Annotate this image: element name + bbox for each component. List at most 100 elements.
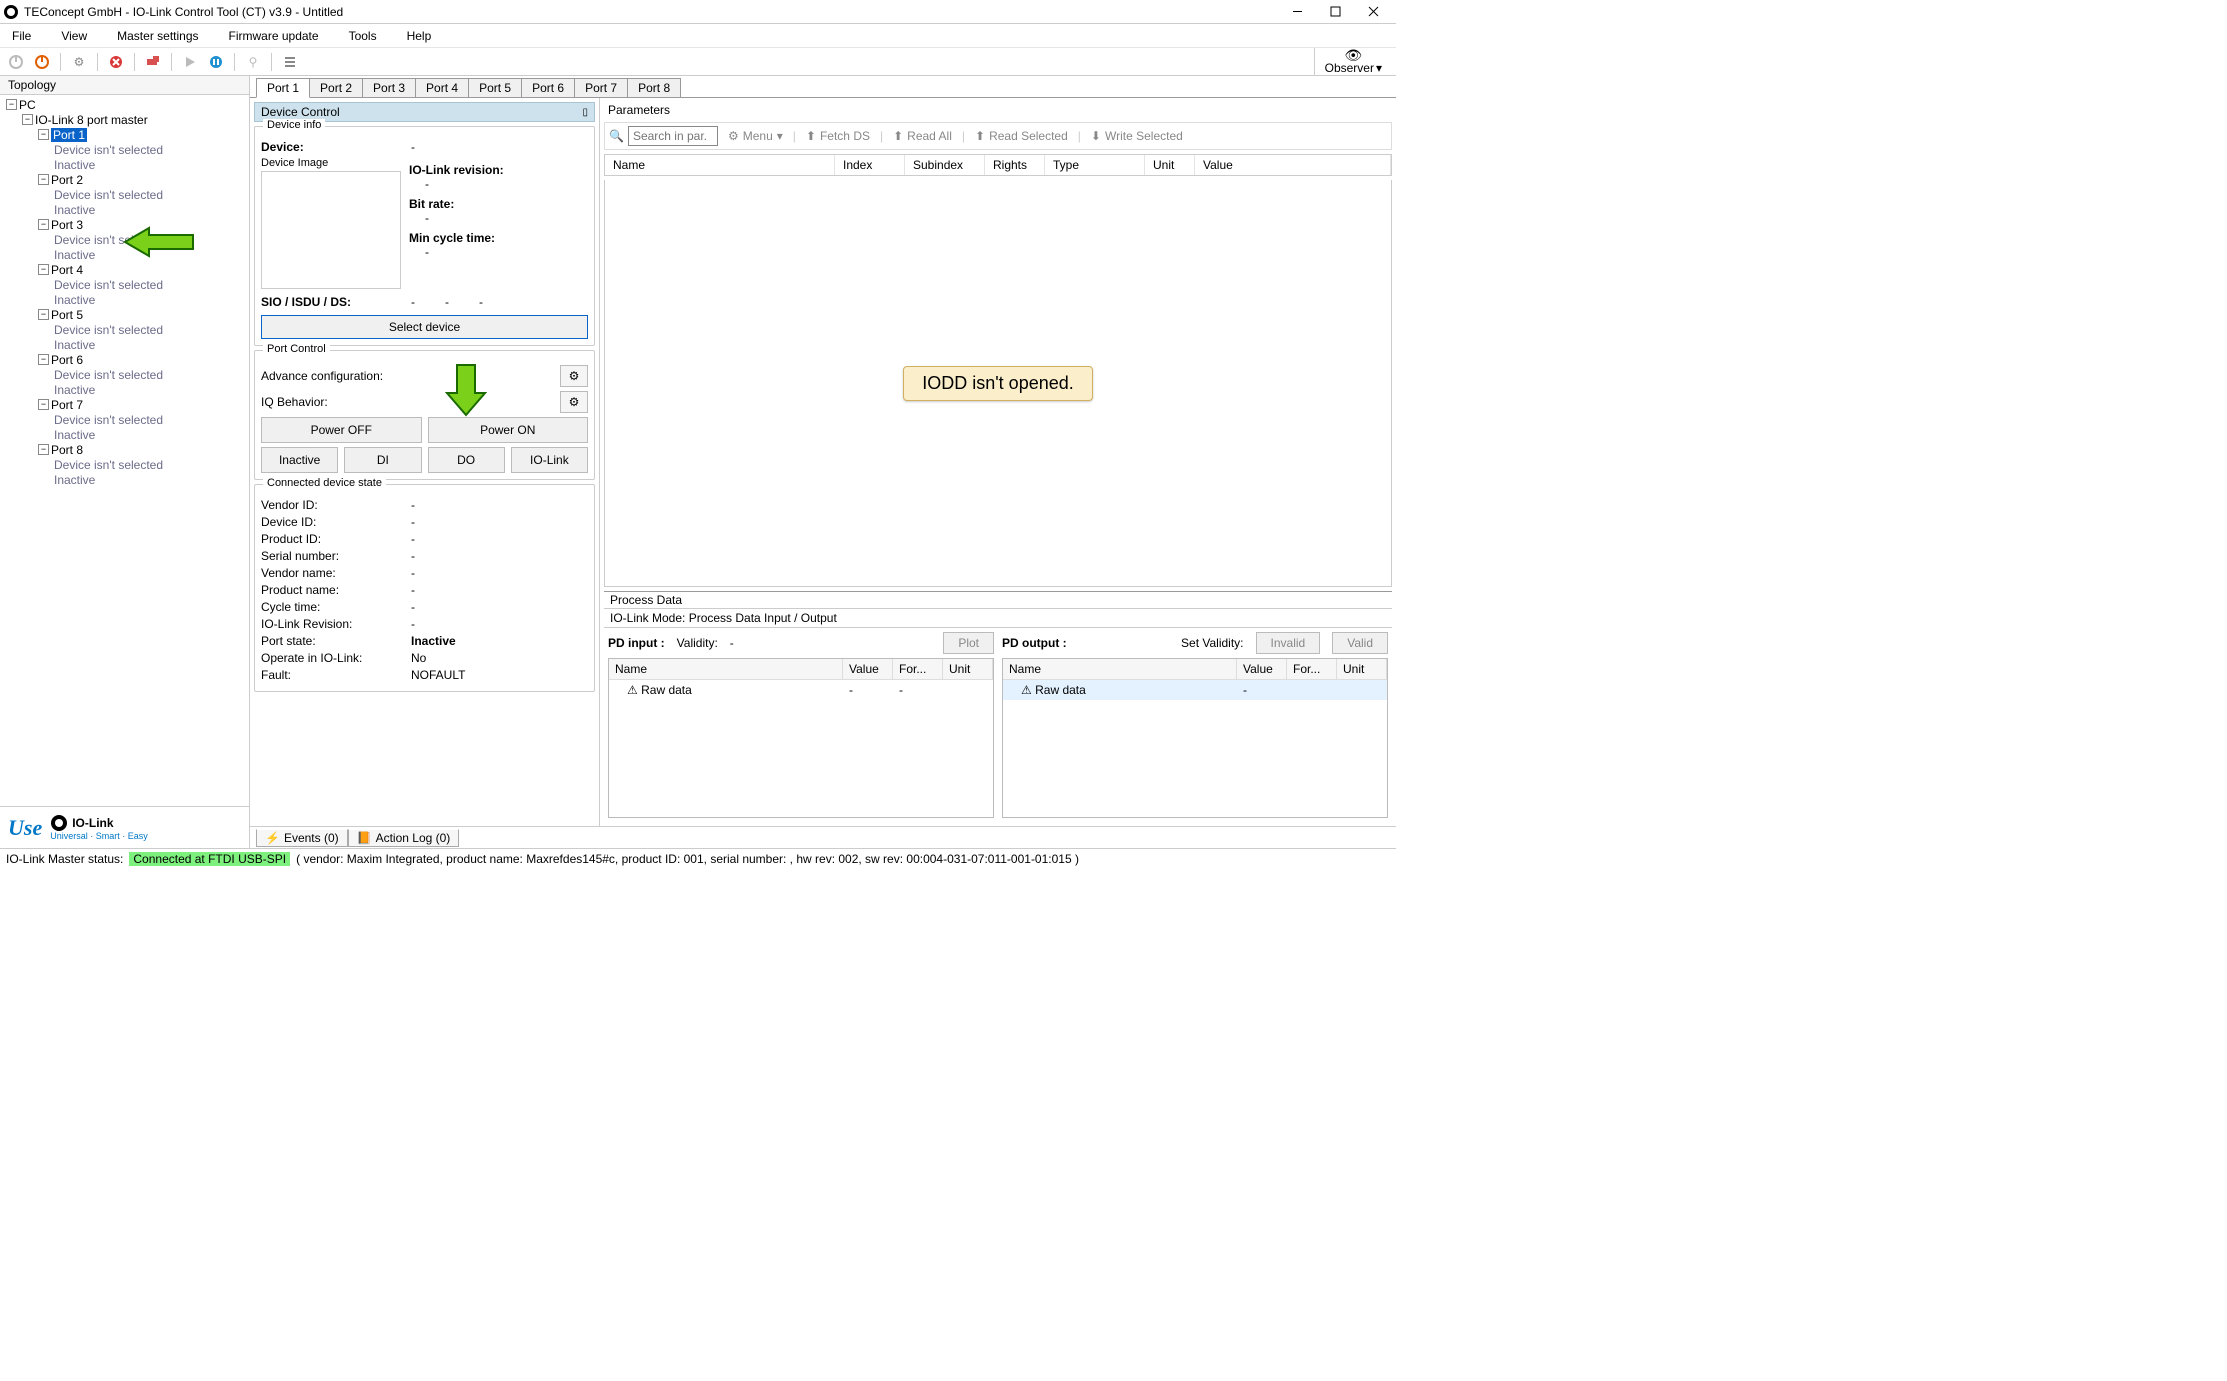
minimize-button[interactable] [1278,1,1316,23]
close-button[interactable] [1354,1,1392,23]
parameters-header: Parameters [604,102,1392,118]
hint-arrow-down-icon [445,363,487,417]
valid-button[interactable]: Valid [1332,632,1388,654]
connected-device-state-group: Connected device state Vendor ID:-Device… [254,484,595,692]
tree-expander[interactable]: − [38,264,49,275]
iolink-icon [50,814,68,832]
inactive-button[interactable]: Inactive [261,447,338,473]
iq-behavior-label: IQ Behavior: [261,395,554,409]
action-log-tab[interactable]: 📙Action Log (0) [348,829,460,847]
tree-master[interactable]: IO-Link 8 port master [35,113,148,127]
status-label: IO-Link Master status: [6,852,123,866]
iolink-button[interactable]: IO-Link [511,447,588,473]
tree-port-sub: Inactive [54,293,95,307]
power-off-button[interactable]: Power OFF [261,417,422,443]
tree-expander[interactable]: − [38,129,49,140]
tree-expander[interactable]: − [38,174,49,185]
parameters-table-body: IODD isn't opened. [604,180,1392,587]
write-selected-button[interactable]: ⬇Write Selected [1091,129,1183,143]
tree-expander[interactable]: − [38,399,49,410]
port-tab[interactable]: Port 3 [362,78,416,97]
parameters-toolbar: 🔍 ⚙Menu ▾ | ⬆Fetch DS | ⬆Read All | ⬆Rea… [604,122,1392,150]
tree-expander[interactable]: − [6,99,17,110]
pin-icon[interactable]: ▯ [582,107,588,118]
pd-input-raw-row[interactable]: ⚠ Raw data - - [609,680,993,700]
iq-behavior-button[interactable]: ⚙ [560,391,588,413]
tree-port-sub: Device isn't selected [54,368,163,382]
topology-tree[interactable]: − PC− IO-Link 8 port master− Port 1Devic… [0,95,249,806]
toolbar-power-icon[interactable] [4,51,28,73]
observer-mode[interactable]: 👁 Observer▾ [1314,48,1392,75]
tree-port[interactable]: Port 8 [51,443,83,457]
topology-header: Topology [0,76,249,95]
tree-port[interactable]: Port 5 [51,308,83,322]
toolbar-link-icon[interactable]: ⚲ [241,51,265,73]
port-control-group: Port Control Advance configuration:⚙ IQ … [254,350,595,480]
power-on-button[interactable]: Power ON [428,417,589,443]
tree-port[interactable]: Port 3 [51,218,83,232]
tree-expander[interactable]: − [38,354,49,365]
parameters-search-input[interactable] [628,126,718,146]
di-button[interactable]: DI [344,447,421,473]
bottom-tabs: ⚡Events (0) 📙Action Log (0) [250,826,1396,848]
port-tab[interactable]: Port 8 [627,78,681,97]
tree-expander[interactable]: − [38,219,49,230]
toolbar-gear-icon[interactable]: ⚙ [67,51,91,73]
read-all-button[interactable]: ⬆Read All [893,129,952,143]
tree-port[interactable]: Port 4 [51,263,83,277]
toolbar-list-icon[interactable] [278,51,302,73]
tree-port[interactable]: Port 2 [51,173,83,187]
toolbar-stop-icon[interactable] [30,51,54,73]
port-tab[interactable]: Port 6 [521,78,575,97]
events-tab[interactable]: ⚡Events (0) [256,829,348,847]
tree-port[interactable]: Port 7 [51,398,83,412]
advance-config-label: Advance configuration: [261,369,554,383]
select-device-button[interactable]: Select device [261,315,588,339]
invalid-button[interactable]: Invalid [1256,632,1321,654]
port-tab[interactable]: Port 5 [468,78,522,97]
tree-port-sub: Inactive [54,428,95,442]
tree-port[interactable]: Port 1 [51,128,87,142]
tree-port-sub: Device isn't selected [54,413,163,427]
plot-button[interactable]: Plot [943,632,994,654]
device-value: - [411,140,415,154]
use-logo: Use [8,815,42,841]
parameters-menu-button[interactable]: ⚙Menu ▾ [728,129,783,143]
menu-help[interactable]: Help [401,27,438,45]
status-bar: IO-Link Master status: Connected at FTDI… [0,848,1396,868]
toolbar-cancel-icon[interactable] [104,51,128,73]
warning-icon: ⚠ [1021,683,1032,697]
do-button[interactable]: DO [428,447,505,473]
tree-expander[interactable]: − [38,444,49,455]
menu-file[interactable]: File [6,27,37,45]
toolbar-disconnect-icon[interactable] [141,51,165,73]
tree-expander[interactable]: − [22,114,33,125]
menu-tools[interactable]: Tools [343,27,383,45]
menu-firmware-update[interactable]: Firmware update [223,27,325,45]
tree-port-sub: Inactive [54,248,95,262]
tree-port[interactable]: Port 6 [51,353,83,367]
window-title: TEConcept GmbH - IO-Link Control Tool (C… [24,5,1278,19]
tree-root[interactable]: PC [19,98,36,112]
read-selected-button[interactable]: ⬆Read Selected [975,129,1068,143]
toolbar: ⚙ ⚲ 👁 Observer▾ [0,48,1396,76]
port-tab[interactable]: Port 4 [415,78,469,97]
iodd-not-opened-message: IODD isn't opened. [903,366,1093,401]
pd-output-raw-row[interactable]: ⚠ Raw data - [1003,680,1387,700]
port-tab[interactable]: Port 1 [256,78,310,98]
toolbar-play-icon[interactable] [178,51,202,73]
menu-master-settings[interactable]: Master settings [111,27,204,45]
port-tab[interactable]: Port 2 [309,78,363,97]
maximize-button[interactable] [1316,1,1354,23]
device-image-label: Device Image [261,157,401,169]
observer-label: Observer [1325,61,1374,75]
title-bar: TEConcept GmbH - IO-Link Control Tool (C… [0,0,1396,24]
tree-port-sub: Device isn't selected [54,188,163,202]
fetch-ds-button[interactable]: ⬆Fetch DS [806,129,870,143]
menu-view[interactable]: View [55,27,93,45]
toolbar-pause-icon[interactable] [204,51,228,73]
port-tab[interactable]: Port 7 [574,78,628,97]
search-icon: 🔍 [609,129,624,143]
tree-expander[interactable]: − [38,309,49,320]
advance-config-button[interactable]: ⚙ [560,365,588,387]
